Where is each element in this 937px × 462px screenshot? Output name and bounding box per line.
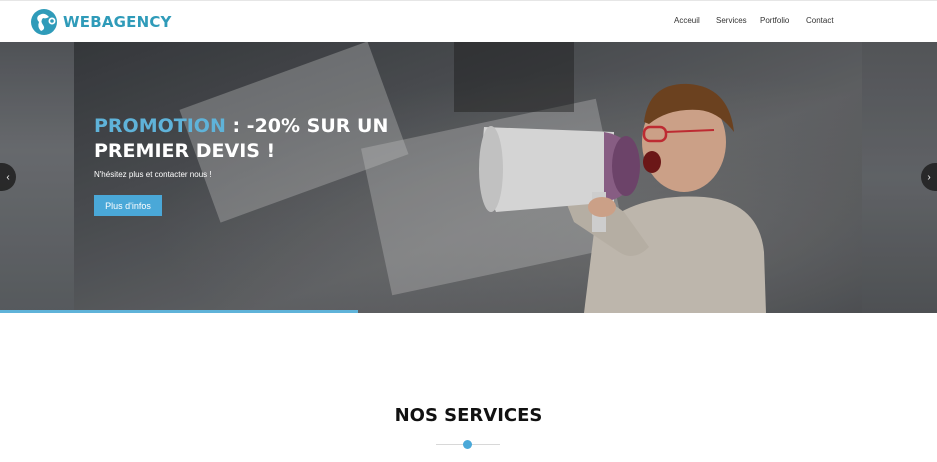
chevron-right-icon: › bbox=[927, 171, 931, 183]
logo-text: WEBAGENCY bbox=[63, 13, 172, 31]
logo[interactable]: WEBAGENCY bbox=[29, 7, 172, 37]
services-title: NOS SERVICES bbox=[394, 405, 543, 426]
nav-item-portfolio[interactable]: Portfolio bbox=[760, 16, 789, 25]
hero-subline: N'hésitez plus et contacter nous ! bbox=[94, 170, 212, 179]
nav-item-services[interactable]: Services bbox=[716, 16, 747, 25]
slider-progress-bar bbox=[0, 310, 358, 313]
divider-dot bbox=[463, 440, 472, 449]
nav-item-accueil[interactable]: Acceuil bbox=[674, 16, 700, 25]
more-info-button[interactable]: Plus d'infos bbox=[94, 195, 162, 216]
hero-headline-accent: PROMOTION bbox=[94, 115, 226, 137]
site-header: WEBAGENCY Acceuil Services Portfolio Con… bbox=[0, 0, 937, 42]
logo-mark-icon bbox=[31, 9, 57, 35]
hero-headline: PROMOTION : -20% SUR UN PREMIER DEVIS ! bbox=[94, 114, 394, 164]
nav-item-contact[interactable]: Contact bbox=[806, 16, 834, 25]
chevron-left-icon: ‹ bbox=[6, 171, 10, 183]
